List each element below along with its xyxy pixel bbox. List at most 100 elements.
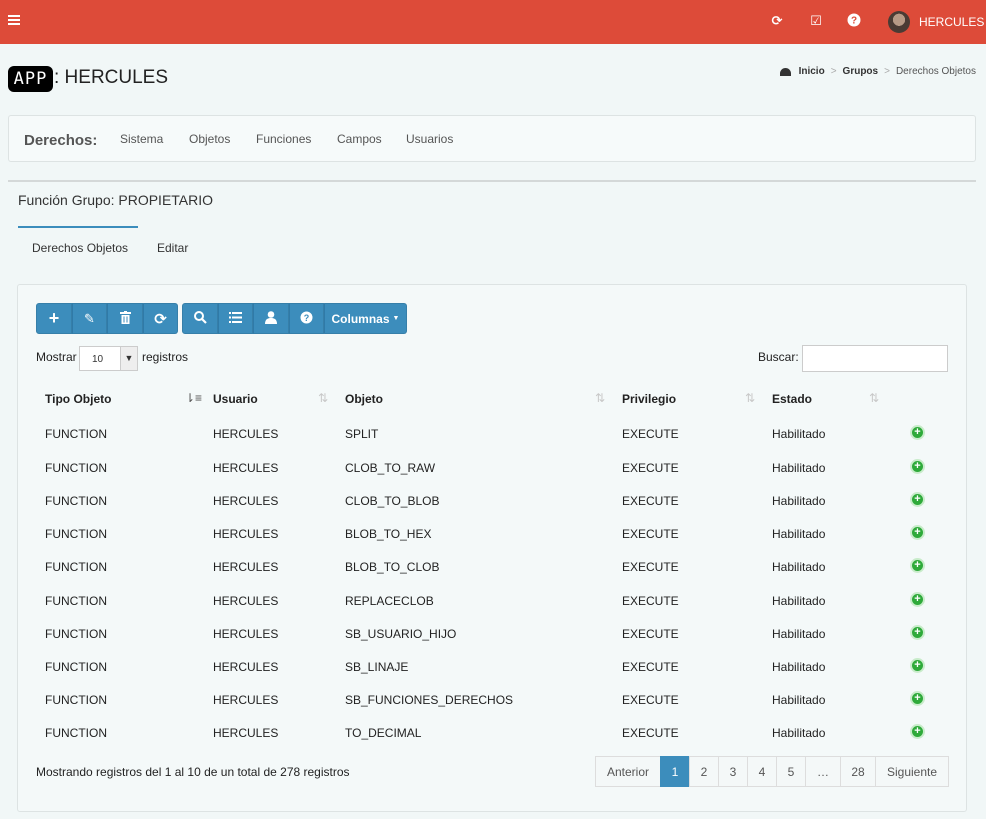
add-circle-icon[interactable]: + [910,492,925,507]
add-circle-icon[interactable]: + [910,625,925,640]
estado-cell: Habilitado [772,527,826,541]
usuario-cell: HERCULES [213,494,279,508]
help-icon: ? [300,311,313,327]
nav-item-funciones[interactable]: Funciones [256,132,311,146]
divider [8,180,976,182]
breadcrumb-separator: > [884,66,890,77]
refresh-button[interactable]: ⟳ [143,303,178,334]
privilegio-cell: EXECUTE [622,427,679,441]
estado-cell: Habilitado [772,594,826,608]
breadcrumb-grupos[interactable]: Grupos [843,66,879,77]
table-row[interactable]: FUNCTION HERCULES SB_FUNCIONES_DERECHOS EXE… [36,683,948,716]
sort-icon[interactable]: ⇅ [869,391,879,405]
usuario-cell: HERCULES [213,527,279,541]
tipo-objeto-cell: FUNCTION [45,527,107,541]
help-button[interactable]: ? [289,303,324,334]
search-button[interactable] [182,303,218,334]
tab-derechos-objetos[interactable]: Derechos Objetos [32,241,128,255]
page-next[interactable]: Siguiente [875,756,949,787]
table-row[interactable]: FUNCTION HERCULES CLOB_TO_BLOB EXECUTE Habil… [36,484,948,517]
user-avatar[interactable] [888,11,910,33]
function-group-title: Función Grupo: PROPIETARIO [18,192,214,208]
page-4[interactable]: 4 [747,756,777,787]
page-2[interactable]: 2 [689,756,719,787]
page-28[interactable]: 28 [840,756,876,787]
table-row[interactable]: FUNCTION HERCULES SB_LINAJE EXECUTE Habilita… [36,650,948,683]
length-prefix-label: Mostrar [36,350,77,364]
search-input[interactable] [802,345,948,372]
add-circle-icon[interactable]: + [910,459,925,474]
user-button[interactable] [253,303,289,334]
add-circle-icon[interactable]: + [910,592,925,607]
privilegio-cell: EXECUTE [622,461,679,475]
breadcrumb-inicio[interactable]: Inicio [799,66,825,77]
table-row[interactable]: FUNCTION HERCULES SPLIT EXECUTE Habilitado + [36,417,948,450]
chevron-down-icon[interactable]: ▼ [120,347,137,370]
tipo-objeto-cell: FUNCTION [45,461,107,475]
tab-editar[interactable]: Editar [157,241,188,255]
breadcrumb: Inicio > Grupos > Derechos Objetos [779,66,976,77]
table-row[interactable]: FUNCTION HERCULES TO_DECIMAL EXECUTE Habilit… [36,716,948,749]
page-title: : HERCULES [54,67,169,88]
table-row[interactable]: FUNCTION HERCULES CLOB_TO_RAW EXECUTE Habili… [36,451,948,484]
sort-icon[interactable]: ⇅ [318,391,328,405]
hamburger-menu-icon[interactable] [8,13,20,31]
table-row[interactable]: FUNCTION HERCULES BLOB_TO_HEX EXECUTE Habili… [36,517,948,550]
tipo-objeto-cell: FUNCTION [45,627,107,641]
objeto-cell: REPLACECLOB [345,594,434,608]
add-circle-icon[interactable]: + [910,425,925,440]
table-row[interactable]: FUNCTION HERCULES REPLACECLOB EXECUTE Habili… [36,584,948,617]
list-button[interactable] [218,303,253,334]
check-square-icon[interactable]: ☑ [808,13,824,29]
help-icon[interactable]: ? [846,13,862,29]
pagination: Anterior 1 2 3 4 5 … 28 Siguiente [595,756,949,787]
page-length-select[interactable]: 10 ▼ [79,346,138,371]
tipo-objeto-cell: FUNCTION [45,726,107,740]
sort-icon[interactable]: ⇅ [745,391,755,405]
usuario-cell: HERCULES [213,427,279,441]
add-circle-icon[interactable]: + [910,558,925,573]
column-header-privilegio[interactable]: Privilegio [622,392,676,406]
column-header-objeto[interactable]: Objeto [345,392,383,406]
column-header-estado[interactable]: Estado [772,392,812,406]
table-row[interactable]: FUNCTION HERCULES SB_USUARIO_HIJO EXECUTE Ha… [36,617,948,650]
add-circle-icon[interactable]: + [910,525,925,540]
usuario-cell: HERCULES [213,560,279,574]
column-header-usuario[interactable]: Usuario [213,392,258,406]
page-previous[interactable]: Anterior [595,756,661,787]
usuario-cell: HERCULES [213,627,279,641]
edit-button[interactable]: ✎ [72,303,107,334]
refresh-icon[interactable]: ⟳ [769,13,785,29]
table-info: Mostrando registros del 1 al 10 de un to… [36,765,350,779]
sort-icon[interactable]: ⇅ [595,391,605,405]
delete-button[interactable] [107,303,143,334]
nav-item-campos[interactable]: Campos [337,132,382,146]
add-button[interactable]: + [36,303,72,334]
caret-down-icon: ▼ [392,315,400,322]
add-circle-icon[interactable]: + [910,691,925,706]
sort-desc-icon[interactable]: ⇂≡ [185,391,202,405]
refresh-icon: ⟳ [154,310,167,328]
estado-cell: Habilitado [772,560,826,574]
columns-dropdown-button[interactable]: Columnas ▼ [324,303,407,334]
add-circle-icon[interactable]: + [910,658,925,673]
privilegio-cell: EXECUTE [622,527,679,541]
objeto-cell: SB_USUARIO_HIJO [345,627,457,641]
nav-item-objetos[interactable]: Objetos [189,132,230,146]
add-circle-icon[interactable]: + [910,724,925,739]
page-1[interactable]: 1 [660,756,690,787]
nav-item-usuarios[interactable]: Usuarios [406,132,453,146]
page-5[interactable]: 5 [776,756,806,787]
tipo-objeto-cell: FUNCTION [45,594,107,608]
objeto-cell: BLOB_TO_CLOB [345,560,440,574]
objeto-cell: CLOB_TO_BLOB [345,494,440,508]
dashboard-icon [779,67,791,76]
tipo-objeto-cell: FUNCTION [45,427,107,441]
list-icon [229,311,242,326]
page-3[interactable]: 3 [718,756,748,787]
action-button-group: + ✎ ⟳ [36,303,178,334]
nav-item-sistema[interactable]: Sistema [120,132,163,146]
table-row[interactable]: FUNCTION HERCULES BLOB_TO_CLOB EXECUTE Habil… [36,550,948,583]
username-label[interactable]: HERCULES [919,15,984,29]
column-header-tipo-objeto[interactable]: Tipo Objeto [45,392,111,406]
